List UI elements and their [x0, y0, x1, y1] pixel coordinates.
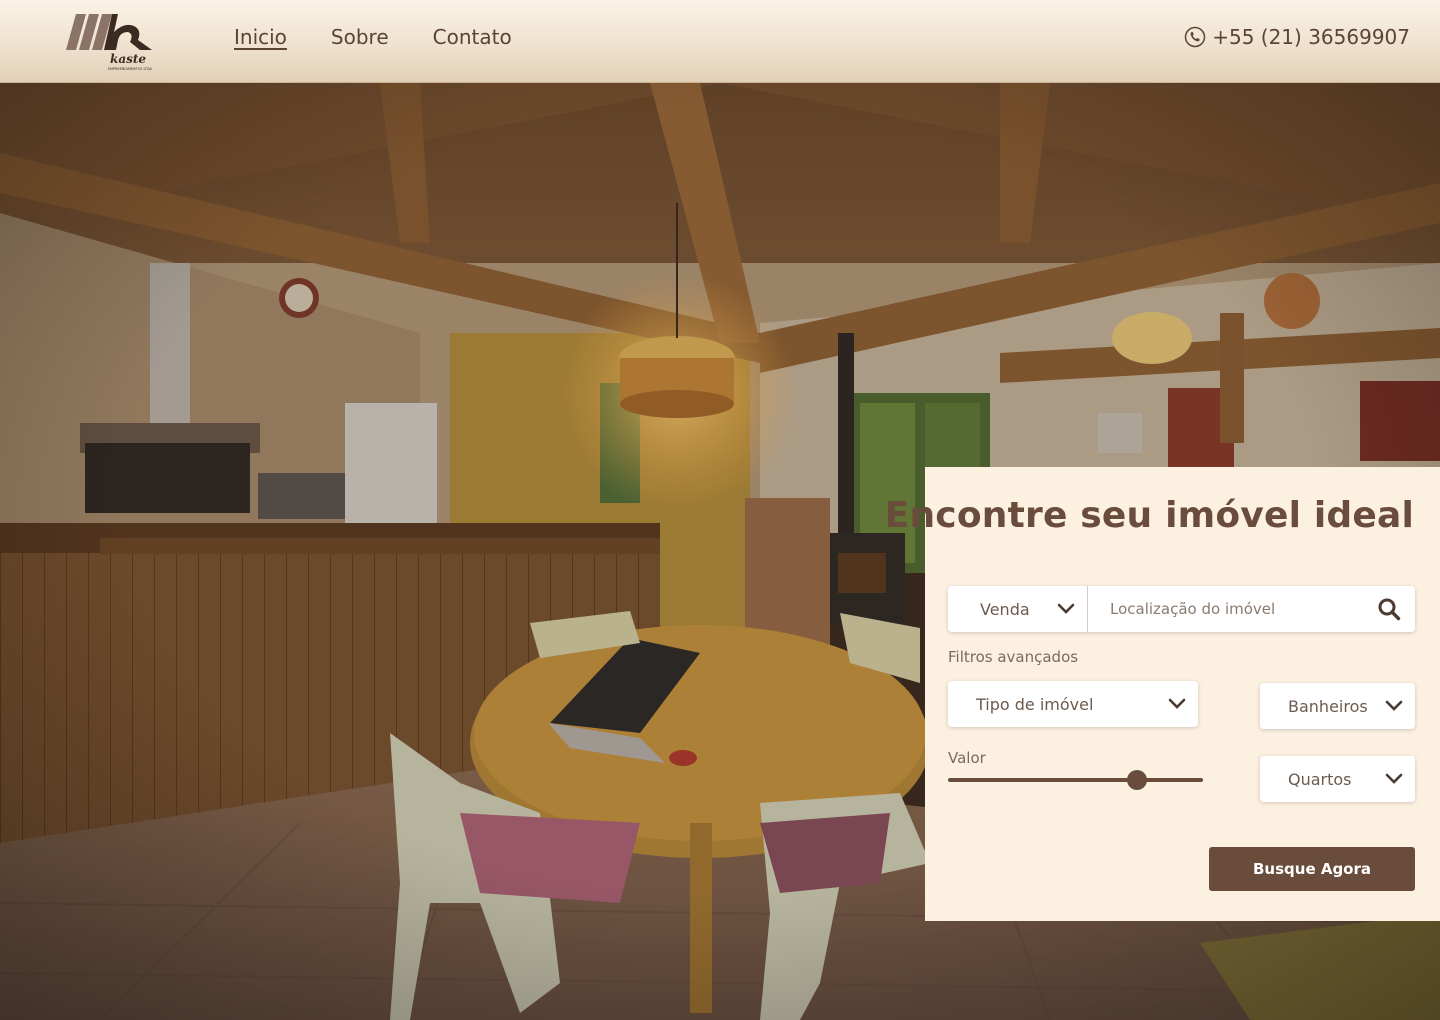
chevron-down-icon: [1385, 700, 1403, 711]
price-label: Valor: [948, 749, 986, 767]
search-submit-button[interactable]: Busque Agora: [1209, 847, 1415, 891]
logo-wordmark: kaste: [110, 52, 146, 66]
main-nav: Inicio Sobre Contato: [234, 24, 512, 50]
property-type-value: Tipo de imóvel: [976, 694, 1094, 714]
phone-icon: [1184, 26, 1206, 48]
deal-type-select[interactable]: Venda: [948, 586, 1088, 632]
location-input[interactable]: [1088, 586, 1363, 632]
search-bar: Venda: [948, 586, 1415, 632]
search-icon: [1378, 598, 1401, 621]
nav-link-contato[interactable]: Contato: [433, 24, 512, 50]
property-type-select[interactable]: Tipo de imóvel: [948, 681, 1198, 727]
logo-subtext: EMPREENDIMENTOS LTDA: [108, 67, 153, 71]
search-panel: Encontre seu imóvel ideal Venda Filtros …: [885, 467, 1440, 921]
price-slider[interactable]: [948, 769, 1203, 791]
slider-track: [948, 778, 1203, 782]
chevron-down-icon: [1385, 773, 1403, 784]
chevron-down-icon: [1057, 603, 1075, 614]
kaste-logo[interactable]: kaste EMPREENDIMENTOS LTDA: [64, 12, 156, 72]
nav-link-inicio[interactable]: Inicio: [234, 24, 287, 50]
slider-thumb[interactable]: [1126, 770, 1147, 790]
search-button[interactable]: [1363, 586, 1415, 632]
bathrooms-value: Banheiros: [1288, 696, 1368, 716]
chevron-down-icon: [1168, 698, 1186, 709]
nav-link-sobre[interactable]: Sobre: [331, 24, 389, 50]
site-header: kaste EMPREENDIMENTOS LTDA Inicio Sobre …: [0, 0, 1440, 83]
search-title: Encontre seu imóvel ideal: [884, 495, 1414, 536]
rooms-value: Quartos: [1288, 769, 1352, 789]
phone-number: +55 (21) 36569907: [1212, 25, 1410, 49]
deal-type-value: Venda: [980, 599, 1030, 619]
advanced-filters-label: Filtros avançados: [948, 648, 1079, 666]
bathrooms-select[interactable]: Banheiros: [1260, 683, 1415, 729]
phone-contact[interactable]: +55 (21) 36569907: [1184, 24, 1410, 50]
rooms-select[interactable]: Quartos: [1260, 756, 1415, 802]
